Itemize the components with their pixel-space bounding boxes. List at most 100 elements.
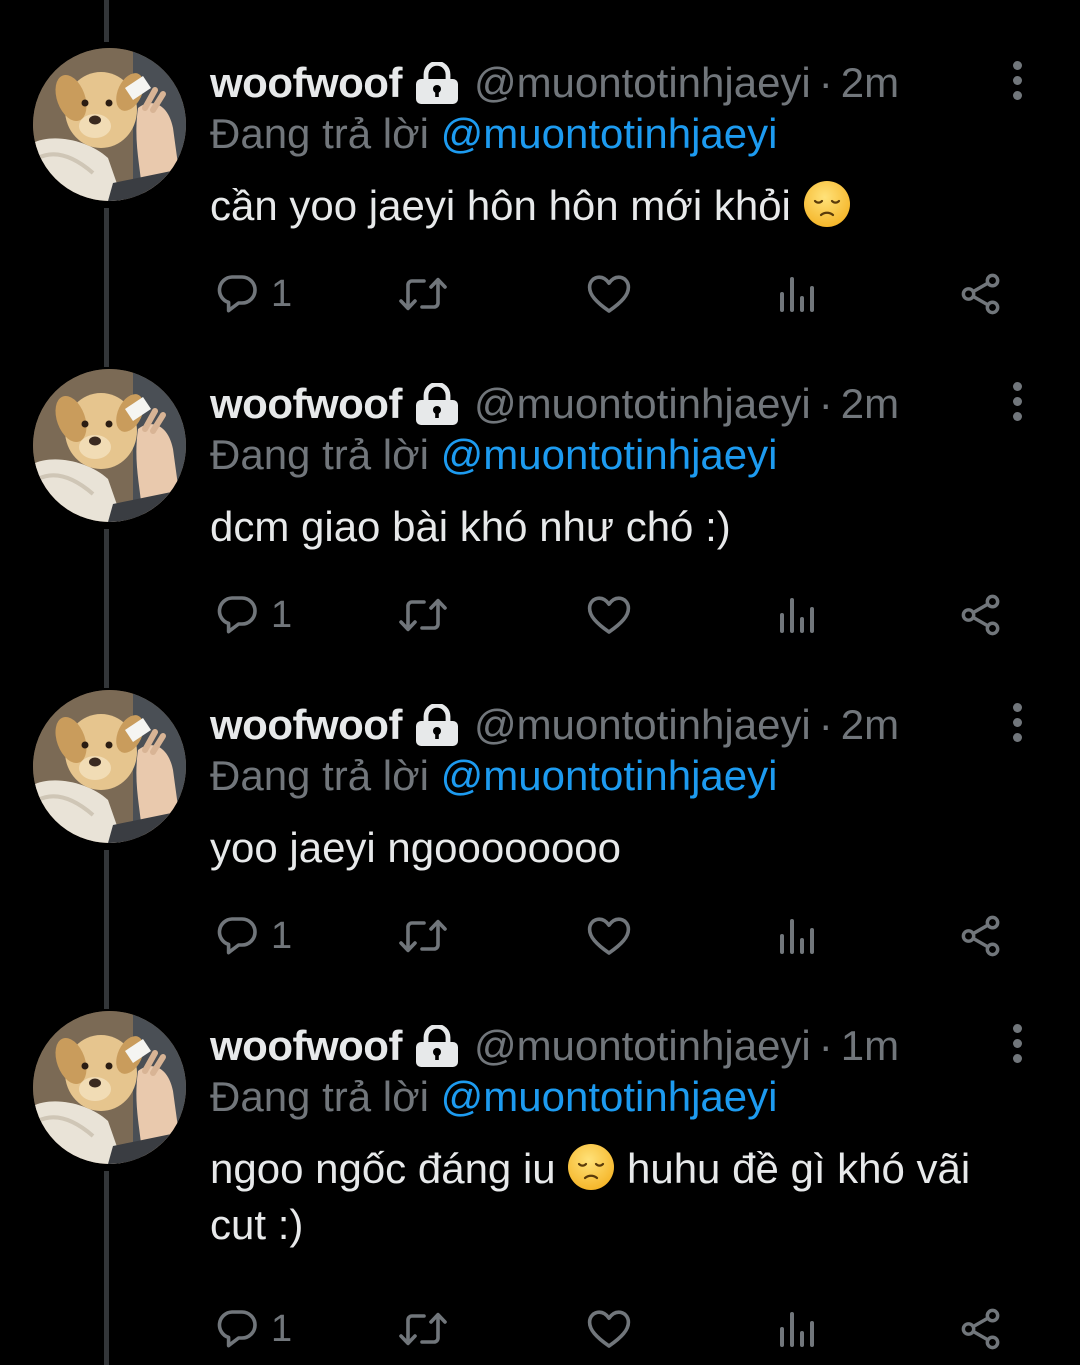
lock-icon xyxy=(414,383,460,425)
views-button[interactable] xyxy=(776,906,816,966)
reply-count: 1 xyxy=(271,272,293,315)
more-options-icon[interactable] xyxy=(998,377,1036,425)
user-handle[interactable]: @muontotinhjaeyi xyxy=(474,1021,811,1071)
like-button[interactable] xyxy=(584,264,634,324)
tweet[interactable]: woofwoof @muontotinhjaeyi · 2m Đang trả lời … xyxy=(0,321,1080,642)
more-options-icon[interactable] xyxy=(998,1019,1036,1067)
tweet-text: ngoo ngốc đáng iu huhu đề gì khó vãi cut… xyxy=(210,1141,1010,1253)
reply-icon xyxy=(213,591,261,639)
user-handle[interactable]: @muontotinhjaeyi xyxy=(474,700,811,750)
reply-icon xyxy=(213,270,261,318)
tweet-text-part: dcm giao bài khó như chó :) xyxy=(210,503,731,550)
retweet-icon xyxy=(396,1305,450,1353)
like-button[interactable] xyxy=(584,585,634,645)
retweet-button[interactable] xyxy=(396,1299,450,1359)
reply-count: 1 xyxy=(271,914,293,957)
like-icon xyxy=(584,1305,634,1353)
reply-button[interactable]: 1 xyxy=(213,906,292,966)
tweet-header: woofwoof @muontotinhjaeyi · 2m xyxy=(210,700,899,750)
retweet-button[interactable] xyxy=(396,906,450,966)
replying-to: Đang trả lời @muontotinhjaeyi xyxy=(210,750,777,802)
tweet-actions: 1 xyxy=(0,264,1080,324)
share-button[interactable] xyxy=(958,264,1004,324)
retweet-icon xyxy=(396,912,450,960)
avatar[interactable] xyxy=(33,369,186,522)
display-name[interactable]: woofwoof xyxy=(210,58,402,108)
separator-dot: · xyxy=(818,59,833,106)
replying-to: Đang trả lời @muontotinhjaeyi xyxy=(210,1071,777,1123)
share-icon xyxy=(958,1306,1004,1352)
replying-to-label: Đang trả lời xyxy=(210,752,429,799)
replying-to-label: Đang trả lời xyxy=(210,110,429,157)
tweet[interactable]: woofwoof @muontotinhjaeyi · 1m Đang trả lời … xyxy=(0,963,1080,1350)
retweet-button[interactable] xyxy=(396,585,450,645)
tweet-actions: 1 xyxy=(0,906,1080,966)
reply-button[interactable]: 1 xyxy=(213,264,292,324)
separator-dot: · xyxy=(818,380,833,427)
lock-icon xyxy=(414,62,460,104)
reply-count: 1 xyxy=(271,593,293,636)
tweet-header: woofwoof @muontotinhjaeyi · 2m xyxy=(210,58,899,108)
tweet-text-part: cần yoo jaeyi hôn hôn mới khỏi xyxy=(210,182,803,229)
replying-to-handle-link[interactable]: @muontotinhjaeyi xyxy=(441,1073,778,1120)
like-button[interactable] xyxy=(584,906,634,966)
share-icon xyxy=(958,271,1004,317)
retweet-icon xyxy=(396,270,450,318)
replying-to-handle-link[interactable]: @muontotinhjaeyi xyxy=(441,752,778,799)
like-icon xyxy=(584,270,634,318)
timestamp[interactable]: 1m xyxy=(841,1021,899,1071)
tweet[interactable]: woofwoof @muontotinhjaeyi · 2m Đang trả lời … xyxy=(0,642,1080,963)
user-handle[interactable]: @muontotinhjaeyi xyxy=(474,58,811,108)
like-icon xyxy=(584,591,634,639)
reply-count: 1 xyxy=(271,1307,293,1350)
timestamp[interactable]: 2m xyxy=(841,58,899,108)
reply-button[interactable]: 1 xyxy=(213,1299,292,1359)
separator-dot: · xyxy=(818,1022,833,1069)
like-icon xyxy=(584,912,634,960)
avatar[interactable] xyxy=(33,1011,186,1164)
replying-to-label: Đang trả lời xyxy=(210,1073,429,1120)
timestamp[interactable]: 2m xyxy=(841,379,899,429)
views-icon xyxy=(776,274,816,314)
reply-button[interactable]: 1 xyxy=(213,585,292,645)
timestamp[interactable]: 2m xyxy=(841,700,899,750)
tweet-text-part: yoo jaeyi ngoooooooo xyxy=(210,824,622,871)
retweet-button[interactable] xyxy=(396,264,450,324)
user-handle[interactable]: @muontotinhjaeyi xyxy=(474,379,811,429)
replying-to: Đang trả lời @muontotinhjaeyi xyxy=(210,429,777,481)
replying-to: Đang trả lời @muontotinhjaeyi xyxy=(210,108,777,160)
views-icon xyxy=(776,595,816,635)
views-button[interactable] xyxy=(776,585,816,645)
display-name[interactable]: woofwoof xyxy=(210,1021,402,1071)
replying-to-handle-link[interactable]: @muontotinhjaeyi xyxy=(441,110,778,157)
replying-to-handle-link[interactable]: @muontotinhjaeyi xyxy=(441,431,778,478)
tweet-text: yoo jaeyi ngoooooooo xyxy=(210,820,1010,876)
disappointed-face-emoji xyxy=(567,1143,615,1191)
tweet-text-part: ngoo ngốc đáng iu xyxy=(210,1145,568,1192)
disappointed-face-emoji xyxy=(803,180,851,228)
display-name[interactable]: woofwoof xyxy=(210,700,402,750)
views-button[interactable] xyxy=(776,264,816,324)
share-button[interactable] xyxy=(958,906,1004,966)
tweet-header: woofwoof @muontotinhjaeyi · 2m xyxy=(210,379,899,429)
replying-to-label: Đang trả lời xyxy=(210,431,429,478)
views-button[interactable] xyxy=(776,1299,816,1359)
lock-icon xyxy=(414,704,460,746)
share-button[interactable] xyxy=(958,1299,1004,1359)
tweet-text: dcm giao bài khó như chó :) xyxy=(210,499,1010,555)
share-button[interactable] xyxy=(958,585,1004,645)
tweet-actions: 1 xyxy=(0,585,1080,645)
tweet-text: cần yoo jaeyi hôn hôn mới khỏi xyxy=(210,178,1010,234)
reply-icon xyxy=(213,1305,261,1353)
tweet-actions: 1 xyxy=(0,1299,1080,1359)
avatar[interactable] xyxy=(33,48,186,201)
timeline: woofwoof @muontotinhjaeyi · 2m Đang trả lời … xyxy=(0,0,1080,1365)
display-name[interactable]: woofwoof xyxy=(210,379,402,429)
share-icon xyxy=(958,913,1004,959)
more-options-icon[interactable] xyxy=(998,56,1036,104)
retweet-icon xyxy=(396,591,450,639)
more-options-icon[interactable] xyxy=(998,698,1036,746)
like-button[interactable] xyxy=(584,1299,634,1359)
avatar[interactable] xyxy=(33,690,186,843)
tweet[interactable]: woofwoof @muontotinhjaeyi · 2m Đang trả lời … xyxy=(0,0,1080,321)
